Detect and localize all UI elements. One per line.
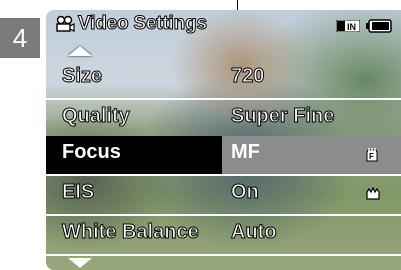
menu-item-value: MF [231,141,260,163]
menu-item-label: White Balance [62,221,200,244]
video-camera-icon [56,15,75,32]
menu-item-label: Size [61,65,103,88]
anti-shake-hand-icon [366,186,380,200]
menu-item-value: On [231,181,260,204]
scroll-up-arrow[interactable] [68,46,92,56]
menu-item-value: 720 [230,65,265,88]
menu-item-quality[interactable]: Quality Super Fine [46,100,401,138]
svg-text:IN: IN [347,22,356,32]
menu-item-eis[interactable]: EIS On [46,176,401,214]
divider [46,254,401,256]
menu-item-label: Quality [62,105,131,128]
page-title: Video Settings [78,13,208,35]
scroll-down-arrow[interactable] [68,258,92,268]
step-number: 4 [0,18,40,58]
battery-icon [366,19,392,33]
svg-text:F: F [369,152,374,161]
menu-item-size[interactable]: Size 720 [46,60,401,98]
menu-item-label: EIS [61,181,95,204]
menu-item-value: Auto [231,221,278,244]
in-indicator-icon: IN [336,20,360,32]
menu-item-value: Super Fine [230,105,335,128]
menu-item-label: Focus [62,141,121,163]
title-bar: Video Settings IN [46,10,401,40]
manual-focus-icon: F [366,148,378,162]
camera-screen: Video Settings IN Size 720 Quality Super… [46,10,401,270]
menu-item-focus[interactable]: Focus MF F [46,136,401,174]
menu-item-white-balance[interactable]: White Balance Auto [46,216,401,254]
